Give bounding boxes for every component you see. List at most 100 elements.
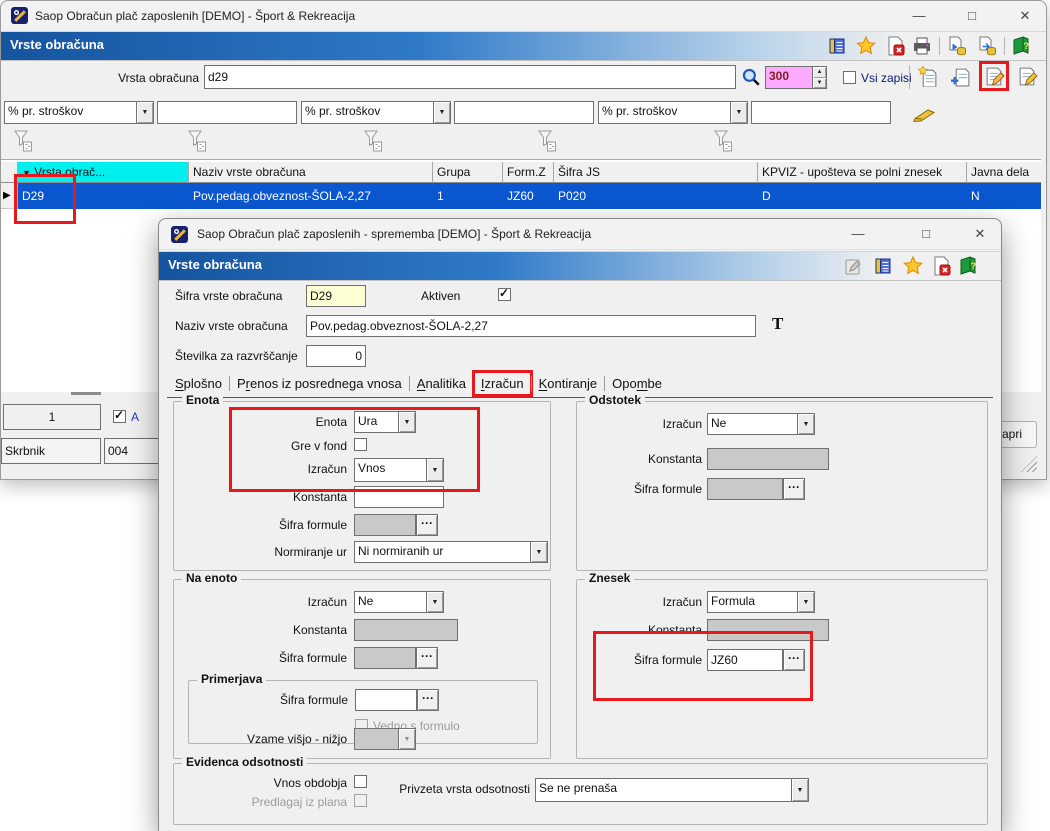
splitter-handle[interactable] — [71, 392, 101, 395]
chevron-down-icon[interactable] — [433, 102, 450, 123]
znesek-formula-field[interactable]: JZ60 — [707, 649, 783, 671]
dialog-title: Saop Obračun plač zaposlenih - sprememba… — [197, 227, 592, 241]
grid-header-grupa[interactable]: Grupa — [433, 162, 503, 183]
filter-funnel-icon[interactable] — [361, 129, 385, 153]
tab-splosno[interactable]: Splošno — [169, 373, 228, 394]
chevron-down-icon[interactable] — [797, 592, 814, 612]
aktiven-checkbox[interactable] — [498, 286, 511, 301]
minimize-button[interactable]: — — [904, 5, 934, 27]
resize-grip[interactable] — [1021, 456, 1037, 472]
chevron-down-icon[interactable] — [797, 414, 814, 434]
naenoto-formula-lookup-button[interactable]: ··· — [416, 647, 438, 669]
naenoto-formula-field — [354, 647, 416, 669]
fond-checkbox[interactable] — [354, 438, 367, 451]
filter-funnel-icon[interactable] — [711, 129, 735, 153]
normiranje-select[interactable]: Ni normiranih ur — [354, 541, 548, 563]
privzeta-select[interactable]: Se ne prenaša — [535, 778, 809, 802]
filter-funnel-icon[interactable] — [535, 129, 559, 153]
favorites-star-icon[interactable] — [854, 34, 878, 58]
privzeta-label: Privzeta vrsta odsotnosti — [399, 782, 530, 796]
chevron-down-icon[interactable] — [426, 459, 443, 481]
search-icon[interactable] — [739, 65, 763, 89]
stevilka-field[interactable]: 0 — [306, 345, 366, 367]
export-data-icon[interactable] — [945, 34, 969, 58]
filter-field-select-1[interactable]: % pr. stroškov — [4, 101, 154, 124]
tab-prenos[interactable]: Prenos iz posrednega vnosa — [231, 373, 408, 394]
ledger-icon[interactable] — [825, 34, 849, 58]
filter-funnel-icon[interactable] — [11, 129, 35, 153]
tab-kontiranje[interactable]: Kontiranje — [533, 373, 604, 394]
enota-formula-field — [354, 514, 416, 536]
chevron-down-icon[interactable] — [530, 542, 547, 562]
sifra-field[interactable]: D29 — [306, 285, 366, 307]
vnos-obdobja-label: Vnos obdobja — [273, 776, 347, 790]
dialog-close-button[interactable]: ✕ — [965, 223, 995, 245]
znesek-konstanta-label: Konstanta — [647, 623, 702, 637]
grid-header-sifrajs[interactable]: Šifra JS — [554, 162, 758, 183]
filter-field-select-3[interactable]: % pr. stroškov — [598, 101, 748, 124]
grid-header-naziv[interactable]: Naziv vrste obračuna — [189, 162, 433, 183]
favorites-star-icon[interactable] — [901, 254, 925, 278]
group-enota: Enota Enota Ura Gre v fond Izračun Vnos … — [173, 393, 551, 571]
cell-naziv: Pov.pedag.obveznost-ŠOLA-2,27 — [193, 189, 371, 203]
edit-record-icon[interactable] — [979, 61, 1009, 91]
tab-izracun[interactable]: Izračun — [471, 369, 533, 397]
ledger-icon[interactable] — [871, 254, 895, 278]
grid-header-kpviz[interactable]: KPVIZ - upošteva se polni znesek — [758, 162, 967, 183]
naenoto-formula-label: Šifra formule — [278, 651, 347, 665]
filter-value-input-1[interactable] — [157, 101, 297, 124]
chevron-down-icon[interactable] — [398, 412, 415, 432]
maximize-button[interactable]: □ — [957, 5, 987, 27]
chevron-down-icon — [398, 729, 415, 749]
enota-izracun-select[interactable]: Vnos — [354, 458, 444, 482]
primerjava-formula-field[interactable] — [355, 689, 417, 711]
print-icon[interactable] — [910, 34, 934, 58]
insert-record-icon[interactable] — [916, 64, 940, 88]
vzame-select — [354, 728, 416, 750]
tab-analitika[interactable]: Analitika — [411, 373, 472, 394]
delete-record-icon[interactable] — [883, 34, 907, 58]
export-data-alt-icon[interactable] — [975, 34, 999, 58]
close-button[interactable]: ✕ — [1010, 5, 1040, 27]
znesek-formula-lookup-button[interactable]: ··· — [783, 649, 805, 671]
vnos-obdobja-checkbox[interactable] — [354, 775, 367, 788]
delete-record-icon[interactable] — [929, 254, 953, 278]
enota-formula-lookup-button[interactable]: ··· — [416, 514, 438, 536]
grid-header-vrsta[interactable]: ▼ Vrsta obrač... — [18, 162, 189, 183]
naenoto-izracun-select[interactable]: Ne — [354, 591, 444, 613]
filter-value-input-2[interactable] — [454, 101, 594, 124]
clear-filter-pencil-icon[interactable] — [913, 102, 937, 126]
dialog-caption-bar: Vrste obračuna ? — [159, 251, 1001, 281]
dialog-maximize-button[interactable]: □ — [911, 223, 941, 245]
tab-opombe[interactable]: Opombe — [606, 373, 668, 394]
grid-header-javna[interactable]: Javna dela — [967, 162, 1041, 183]
primerjava-formula-lookup-button[interactable]: ··· — [417, 689, 439, 711]
naziv-field[interactable]: Pov.pedag.obveznost-ŠOLA-2,27 — [306, 315, 756, 337]
odstotek-formula-lookup-button[interactable]: ··· — [783, 478, 805, 500]
search-input[interactable]: d29 — [204, 65, 736, 89]
edit-grid-icon[interactable] — [1015, 64, 1039, 88]
filter-field-select-2[interactable]: % pr. stroškov — [301, 101, 451, 124]
chevron-down-icon[interactable] — [730, 102, 747, 123]
spinner-buttons[interactable] — [812, 67, 826, 88]
znesek-izracun-select[interactable]: Formula — [707, 591, 815, 613]
spin-down-icon — [813, 77, 826, 88]
chevron-down-icon[interactable] — [426, 592, 443, 612]
chevron-down-icon[interactable] — [136, 102, 153, 123]
active-filter-checkbox[interactable] — [113, 408, 126, 423]
filter-funnel-icon[interactable] — [185, 129, 209, 153]
enota-konstanta-field[interactable] — [354, 486, 444, 508]
all-records-checkbox[interactable] — [843, 71, 856, 84]
help-book-icon[interactable]: ? — [1009, 34, 1033, 58]
enota-select[interactable]: Ura — [354, 411, 416, 433]
record-count-spinner[interactable]: 300 — [765, 66, 827, 89]
chevron-down-icon[interactable] — [791, 779, 808, 801]
copy-record-icon[interactable] — [949, 64, 973, 88]
odstotek-izracun-select[interactable]: Ne — [707, 413, 815, 435]
table-row[interactable]: ▶ D29 Pov.pedag.obveznost-ŠOLA-2,27 1 JZ… — [1, 183, 1041, 209]
filter-value-input-3[interactable] — [751, 101, 891, 124]
font-format-icon[interactable]: T — [772, 314, 783, 334]
dialog-minimize-button[interactable]: — — [843, 223, 873, 245]
grid-header-formz[interactable]: Form.Z — [503, 162, 554, 183]
help-book-icon[interactable]: ? — [956, 254, 980, 278]
